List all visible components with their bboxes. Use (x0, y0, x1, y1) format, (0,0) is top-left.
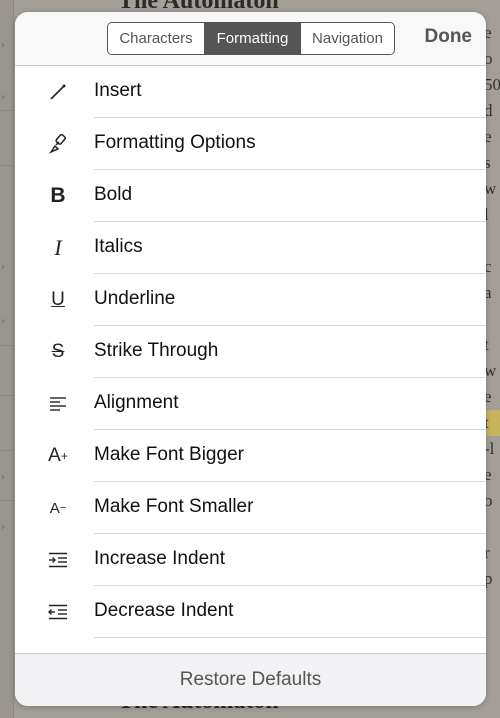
font-smaller-icon: A − (49, 499, 67, 517)
italic-icon: I (54, 235, 62, 260)
list-item-insert[interactable]: Insert (15, 66, 486, 118)
list-item-label: Underline (94, 288, 176, 309)
list-item-label: Increase Indent (94, 548, 225, 569)
list-item-make-font-smaller[interactable]: A − Make Font Smaller (15, 482, 486, 534)
background-text-line: l (484, 205, 489, 224)
background-text: e o 50 d e s w l c a t w e t -l e o r p (484, 20, 500, 592)
tab-formatting[interactable]: Formatting (204, 23, 300, 54)
background-text-line: t (484, 335, 489, 354)
list-item-bold[interactable]: B Bold (15, 170, 486, 222)
list-item-label: Italics (94, 236, 143, 257)
brush-icon (43, 118, 73, 170)
done-button[interactable]: Done (425, 26, 473, 48)
background-text-line: p (484, 569, 493, 588)
background-text-line: w (484, 179, 497, 198)
indent-decrease-icon (43, 586, 73, 638)
list-item-increase-indent[interactable]: Increase Indent (15, 534, 486, 586)
divider (0, 165, 14, 166)
background-text-line: w (484, 361, 497, 380)
chevron-right-icon: › (1, 40, 5, 51)
background-text-line (484, 306, 500, 332)
list-item-decrease-indent[interactable]: Decrease Indent (15, 586, 486, 638)
strikethrough-icon: S (51, 341, 65, 362)
list-item-italics[interactable]: I Italics (15, 222, 486, 274)
chevron-right-icon: › (1, 262, 5, 273)
divider (0, 345, 14, 346)
background-sidebar: › › › › › › (0, 0, 14, 718)
background-text-line: e (484, 127, 492, 146)
list-item-label: Make Font Smaller (94, 496, 254, 517)
background-text-line: o (484, 491, 493, 510)
list-item-label: Alignment (94, 392, 179, 413)
list-item-strike-through[interactable]: S Strike Through (15, 326, 486, 378)
list-item-label: Formatting Options (94, 132, 256, 153)
formatting-list: Insert Formatting Options B Bold I Itali… (15, 66, 486, 654)
divider (0, 500, 14, 501)
background-text-line: -l (484, 439, 495, 458)
restore-defaults-button[interactable]: Restore Defaults (15, 653, 486, 706)
background-text-line: e (484, 465, 492, 484)
chevron-right-icon: › (1, 92, 5, 103)
chevron-right-icon: › (1, 472, 5, 483)
list-item-partial[interactable] (15, 638, 486, 654)
list-item-alignment[interactable]: Alignment (15, 378, 486, 430)
align-left-icon (43, 378, 73, 430)
font-bigger-icon: A + (48, 445, 68, 466)
segmented-control: Characters Formatting Navigation (107, 22, 395, 55)
background-text-line: s (484, 153, 491, 172)
background-text-line: r (484, 543, 490, 562)
divider (0, 450, 14, 451)
tab-characters[interactable]: Characters (108, 23, 204, 54)
list-item-underline[interactable]: U Underline (15, 274, 486, 326)
background-text-line: c (484, 257, 492, 276)
list-item-label: Bold (94, 184, 133, 205)
background-text-line: t (484, 410, 500, 436)
chevron-right-icon: › (1, 316, 5, 327)
divider (0, 395, 14, 396)
list-item-label: Decrease Indent (94, 600, 234, 621)
list-item-label: Make Font Bigger (94, 444, 244, 465)
tab-navigation[interactable]: Navigation (300, 23, 394, 54)
formatting-popover: Characters Formatting Navigation Done In… (15, 12, 486, 706)
box-icon (43, 638, 73, 654)
background-text-line: d (484, 101, 493, 120)
list-item-label: Strike Through (94, 340, 219, 361)
background-text-line: a (484, 283, 492, 302)
underline-icon: U (51, 289, 65, 310)
list-item-label: Insert (94, 80, 142, 101)
indent-increase-icon (43, 534, 73, 586)
background-text-line: e (484, 387, 492, 406)
background-text-line: 50 (484, 75, 500, 94)
background-text-line: e (484, 23, 492, 42)
background-text-line (484, 228, 500, 254)
list-item-make-font-bigger[interactable]: A + Make Font Bigger (15, 430, 486, 482)
pencil-icon (43, 66, 73, 118)
popover-header: Characters Formatting Navigation Done (15, 12, 486, 66)
background-text-line (484, 514, 500, 540)
chevron-right-icon: › (1, 522, 5, 533)
background-text-line: o (484, 49, 493, 68)
divider (0, 110, 14, 111)
list-item-formatting-options[interactable]: Formatting Options (15, 118, 486, 170)
bold-icon: B (50, 184, 66, 207)
